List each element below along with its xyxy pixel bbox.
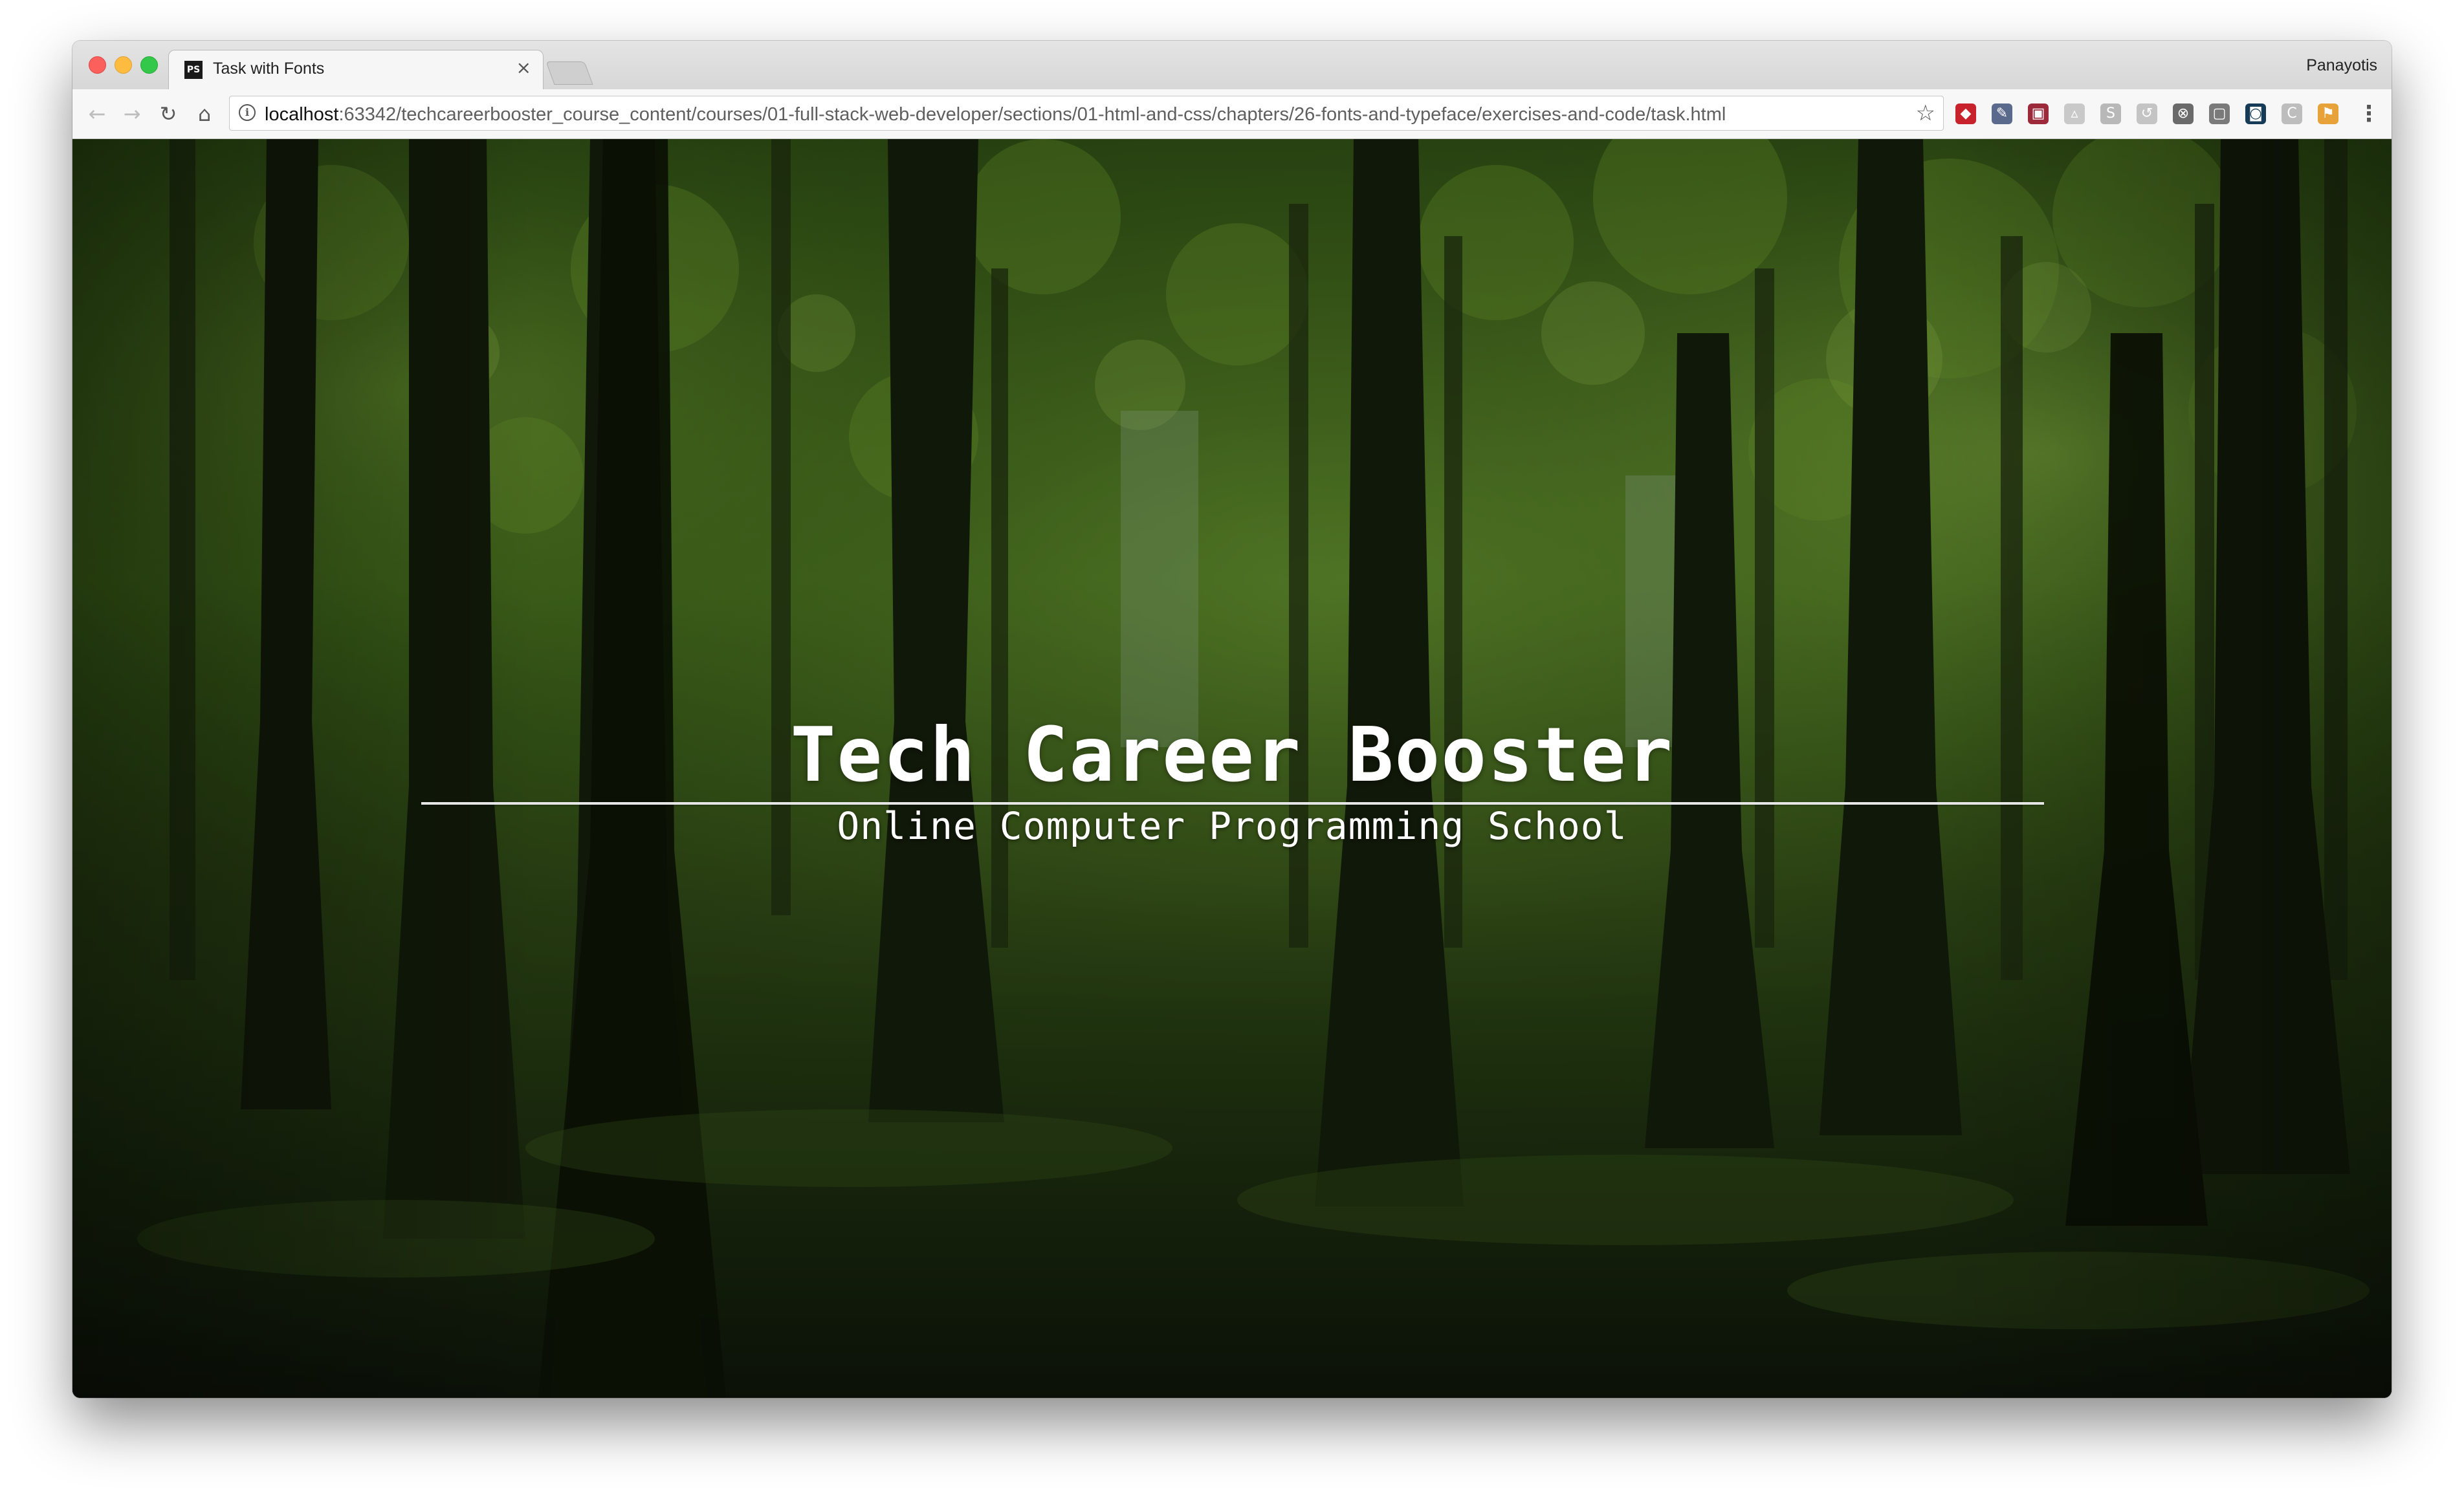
refresh-extension-icon[interactable]: ↺: [2137, 103, 2157, 124]
eyedropper-extension-icon[interactable]: ✎: [1992, 103, 2012, 124]
tab-title: Task with Fonts: [213, 60, 325, 78]
url-path: :63342/techcareerbooster_course_content/…: [338, 104, 1726, 125]
url-text[interactable]: localhost:63342/techcareerbooster_course…: [265, 104, 1726, 125]
hero-subline: Online Computer Programming School: [837, 804, 1627, 848]
site-info-icon[interactable]: i: [239, 104, 256, 121]
browser-window: PS Task with Fonts × Panayotis ← → ↻ ⌂ i…: [72, 41, 2392, 1398]
triangle-extension-icon[interactable]: ▵: [2064, 103, 2085, 124]
url-host: localhost: [265, 104, 339, 125]
tab-task-with-fonts[interactable]: PS Task with Fonts ×: [168, 50, 544, 90]
tab-close-icon[interactable]: ×: [516, 58, 531, 78]
red-extension-icon[interactable]: ◆: [1955, 103, 1976, 124]
hero-headline: Tech Career Booster: [790, 712, 1674, 799]
tab-strip: PS Task with Fonts × Panayotis: [72, 41, 2392, 90]
bookmark-star-icon[interactable]: ☆: [1916, 100, 1935, 126]
address-bar[interactable]: i localhost:63342/techcareerbooster_cour…: [229, 96, 1944, 131]
window-close-button[interactable]: [89, 56, 106, 74]
window-maximize-button[interactable]: [140, 56, 158, 74]
home-button[interactable]: ⌂: [189, 98, 220, 129]
skype-extension-icon[interactable]: S: [2100, 103, 2121, 124]
close-circle-extension-icon[interactable]: ⊗: [2173, 103, 2194, 124]
keyhole-extension-icon[interactable]: ◙: [2245, 103, 2266, 124]
flag-extension-icon[interactable]: ⚑: [2318, 103, 2338, 124]
reload-button[interactable]: ↻: [153, 98, 184, 129]
profile-name[interactable]: Panayotis: [2306, 56, 2377, 75]
browser-toolbar: ← → ↻ ⌂ i localhost:63342/techcareerboos…: [72, 89, 2392, 139]
c-extension-icon[interactable]: C: [2282, 103, 2302, 124]
favicon-icon: PS: [184, 61, 203, 79]
square-extension-icon[interactable]: ▢: [2209, 103, 2230, 124]
window-minimize-button[interactable]: [115, 56, 132, 74]
new-tab-button[interactable]: [545, 61, 593, 85]
page-viewport: Tech Career Booster Online Computer Prog…: [72, 139, 2392, 1398]
forward-button[interactable]: →: [116, 98, 148, 129]
back-button[interactable]: ←: [82, 98, 113, 129]
browser-menu-icon[interactable]: ⋮: [2358, 98, 2380, 129]
puzzle-extension-icon[interactable]: ▣: [2028, 103, 2049, 124]
